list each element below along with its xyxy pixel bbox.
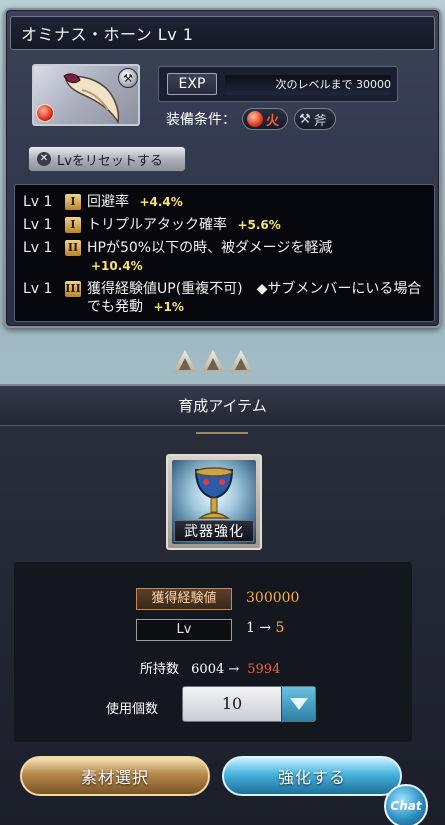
element-text: 火 (266, 113, 280, 129)
skill-text: HPが50%以下の時、被ダメージを軽減 (87, 240, 333, 256)
skill-tier-icon: III (65, 281, 81, 297)
close-circle-icon: ✕ (37, 152, 51, 166)
upgrade-item-card[interactable]: 武器強化 (166, 454, 262, 550)
gained-exp-value: 300000 (246, 590, 300, 606)
weapon-type-pill: ⚒ 斧 (294, 108, 336, 130)
skill-description: 回避率 +4.4% (87, 193, 183, 211)
reset-level-button[interactable]: ✕ Lvをリセットする (28, 146, 186, 172)
owned-label: 所持数 (140, 662, 180, 677)
uncap-stars (168, 350, 258, 374)
skill-value: +1% (153, 300, 184, 314)
uncap-triangle-icon (229, 350, 253, 372)
owned-count: 所持数 6004 → 5994 (140, 658, 280, 677)
axe-type-icon: ⚒ (118, 68, 138, 88)
skill-description: HPが50%以下の時、被ダメージを軽減 +10.4% (87, 239, 332, 275)
section-title: 育成アイテム (0, 386, 445, 426)
skill-tier-icon: I (65, 217, 81, 233)
skill-level: Lv 1 (23, 281, 53, 297)
upgrade-button[interactable]: 強化する (222, 756, 402, 796)
weapon-type-text: 斧 (313, 113, 327, 129)
item-name: 武器強化 (174, 520, 254, 542)
skill-text: 回避率 (87, 194, 129, 210)
skill-text: トリプルアタック確率 (87, 217, 227, 233)
chevron-down-icon[interactable] (281, 687, 315, 721)
skill-row: Lv 1 I 回避率 +4.4% (23, 193, 426, 211)
skill-value: +5.6% (237, 218, 281, 232)
level-to: 5 (275, 620, 285, 636)
weapon-detail-panel: オミナス・ホーン Lv 1 ⚒ EXP 次のレベルまで 30000 装備条件： … (4, 8, 441, 328)
use-count-label: 使用個数 (106, 702, 159, 717)
skill-description: トリプルアタック確率 +5.6% (87, 216, 281, 234)
skill-value: +10.4% (91, 259, 143, 273)
skill-level: Lv 1 (23, 240, 53, 256)
chat-button[interactable]: Chat (384, 784, 428, 825)
axe-icon: ⚒ (299, 111, 311, 127)
use-count-value: 10 (221, 694, 243, 713)
chat-label: Chat (390, 799, 422, 813)
skill-tier-icon: I (65, 194, 81, 210)
select-material-button[interactable]: 素材選択 (20, 756, 210, 796)
equip-label: 装備条件： (166, 112, 236, 128)
upgrade-label: 強化する (277, 768, 346, 787)
uncap-triangle-icon (173, 350, 197, 372)
equip-condition: 装備条件： 火 ⚒ 斧 (166, 106, 336, 132)
skill-tier-icon: II (65, 240, 81, 256)
weapon-title: オミナス・ホーン Lv 1 (10, 16, 435, 50)
skill-row: Lv 1 I トリプルアタック確率 +5.6% (23, 216, 426, 234)
owned-after: 5994 (247, 662, 281, 677)
exp-label: EXP (167, 73, 217, 95)
select-material-label: 素材選択 (80, 768, 149, 787)
skill-text: 獲得経験値UP(重複不可) ◆サブメンバーにいる場合でも発動 (87, 281, 422, 315)
upgrade-stats: 獲得経験値 300000 Lv 1 → 5 所持数 6004 → 5994 使用個… (14, 562, 412, 742)
upgrade-panel: 育成アイテム 武器強化 獲得経験値 300000 Lv 1 → 5 所持数 60… (0, 384, 445, 825)
exp-box: EXP 次のレベルまで 30000 (158, 66, 398, 102)
exp-next-level: 次のレベルまで 30000 (275, 78, 392, 91)
level-from: 1 → (246, 620, 272, 636)
skill-description: 獲得経験値UP(重複不可) ◆サブメンバーにいる場合でも発動 +1% (87, 280, 426, 316)
level-change: 1 → 5 (246, 620, 284, 636)
element-pill: 火 (242, 108, 289, 130)
section-divider (196, 426, 248, 434)
skill-level: Lv 1 (23, 194, 53, 210)
fire-element-icon (36, 104, 54, 122)
use-count-select[interactable]: 10 (182, 686, 316, 722)
skill-value: +4.4% (139, 195, 183, 209)
uncap-triangle-icon (201, 350, 225, 372)
owned-before: 6004 → (191, 662, 240, 677)
level-label: Lv (136, 619, 232, 641)
skill-list: Lv 1 I 回避率 +4.4% Lv 1 I トリプルアタック確率 +5.6%… (14, 184, 435, 322)
skill-row: Lv 1 III 獲得経験値UP(重複不可) ◆サブメンバーにいる場合でも発動 … (23, 280, 426, 316)
fire-icon (247, 111, 263, 127)
chalice-icon: 武器強化 (172, 460, 256, 544)
skill-row: Lv 1 II HPが50%以下の時、被ダメージを軽減 +10.4% (23, 239, 426, 275)
gained-exp-label: 獲得経験値 (136, 588, 232, 610)
skill-level: Lv 1 (23, 217, 53, 233)
reset-level-label: Lvをリセットする (57, 153, 163, 169)
